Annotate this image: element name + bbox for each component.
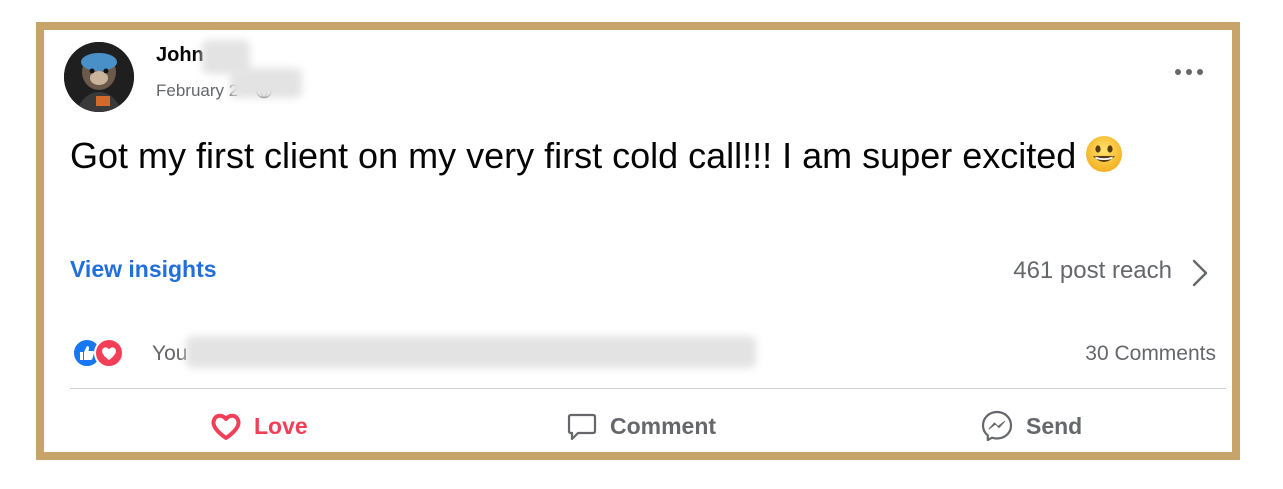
love-button[interactable]: Love bbox=[210, 406, 308, 446]
comments-count[interactable]: 30 Comments bbox=[1085, 342, 1216, 366]
heart-outline-icon bbox=[211, 413, 241, 440]
author-name[interactable]: John bbox=[156, 44, 204, 67]
avatar-image-icon bbox=[64, 42, 134, 112]
grinning-face-emoji-icon bbox=[1086, 136, 1123, 172]
redacted-meta-blur bbox=[230, 68, 302, 98]
redacted-reactors-blur bbox=[186, 336, 756, 368]
more-options-icon[interactable] bbox=[1172, 62, 1206, 82]
view-insights-link[interactable]: View insights bbox=[70, 256, 217, 283]
post-text-content: Got my first client on my very first col… bbox=[70, 135, 1077, 176]
love-reaction-icon bbox=[94, 338, 124, 368]
comment-bubble-icon bbox=[567, 413, 597, 441]
post-text: Got my first client on my very first col… bbox=[70, 131, 1200, 180]
post-card: John February 2 · Got my first client on… bbox=[44, 30, 1232, 452]
reactors-text[interactable]: You bbox=[152, 342, 187, 366]
send-button-label: Send bbox=[1026, 412, 1083, 439]
divider bbox=[70, 388, 1226, 389]
send-button[interactable]: Send bbox=[980, 406, 1082, 446]
comment-button-label: Comment bbox=[610, 412, 717, 439]
comment-button[interactable]: Comment bbox=[566, 406, 716, 446]
love-button-label: Love bbox=[254, 412, 308, 439]
avatar[interactable] bbox=[64, 42, 134, 112]
post-reach[interactable]: 461 post reach bbox=[1013, 257, 1172, 285]
chevron-right-icon[interactable] bbox=[1188, 255, 1212, 291]
image-frame: John February 2 · Got my first client on… bbox=[36, 22, 1240, 460]
reaction-icons[interactable] bbox=[72, 338, 142, 368]
messenger-icon bbox=[981, 410, 1013, 442]
